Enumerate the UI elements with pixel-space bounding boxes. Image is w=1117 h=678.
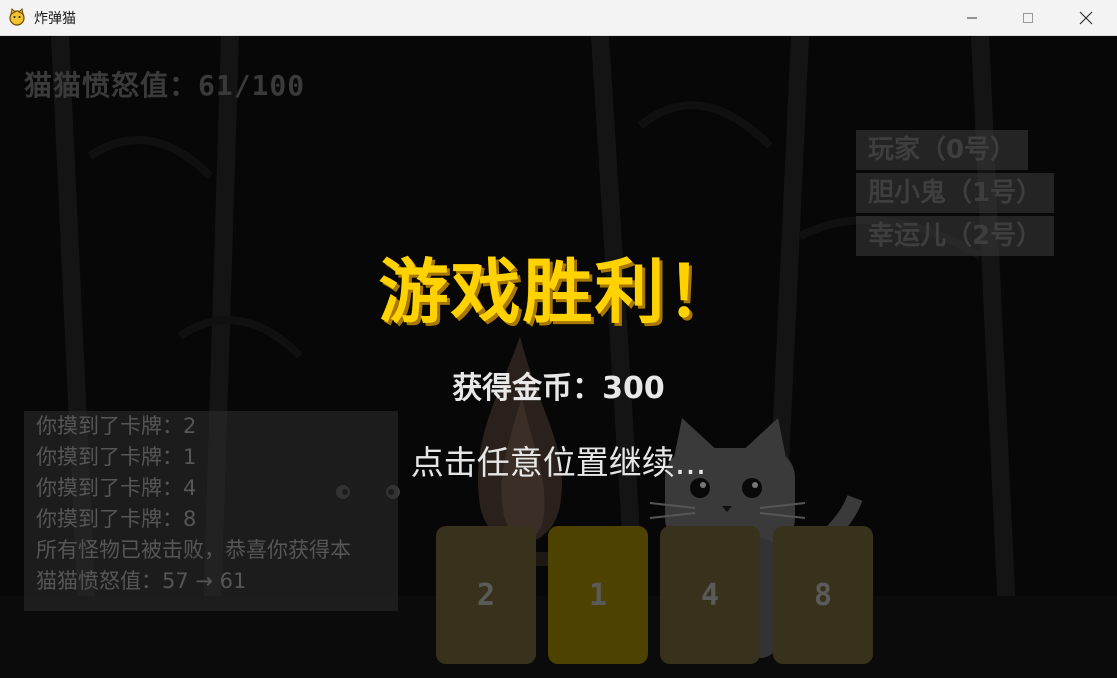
hand-card[interactable]: 4	[660, 526, 760, 664]
hand-card[interactable]: 2	[436, 526, 536, 664]
log-line: 你摸到了卡牌：8	[36, 507, 197, 531]
minimize-icon	[967, 17, 977, 19]
log-line: 所有怪物已被击败，恭喜你获得本	[36, 538, 351, 562]
coins-earned: 获得金币：300	[452, 371, 665, 406]
game-canvas[interactable]: 猫猫愤怒值：61/100 玩家（0号） 胆小鬼（1号） 幸运儿（2号） 你摸到了…	[0, 36, 1117, 678]
player-item: 玩家（0号）	[856, 130, 1029, 170]
maximize-icon	[1023, 13, 1033, 23]
window-titlebar: 炸弹猫	[0, 0, 1117, 36]
hand-card-selected[interactable]: 1	[548, 526, 648, 664]
minimize-button[interactable]	[944, 0, 1000, 36]
hand-card[interactable]: 8	[773, 526, 873, 664]
close-button[interactable]	[1058, 0, 1114, 36]
window-title: 炸弹猫	[34, 11, 76, 27]
log-line: 猫猫愤怒值：57 → 61	[36, 569, 247, 593]
maximize-button[interactable]	[1000, 0, 1056, 36]
close-icon	[1079, 11, 1093, 25]
victory-title: 游戏胜利！	[378, 251, 739, 333]
cat-icon	[9, 8, 25, 26]
continue-prompt[interactable]: 点击任意位置继续...	[0, 436, 1117, 484]
player-item: 胆小鬼（1号）	[856, 173, 1055, 213]
cat-rage-meter: 猫猫愤怒值：61/100	[24, 69, 306, 102]
